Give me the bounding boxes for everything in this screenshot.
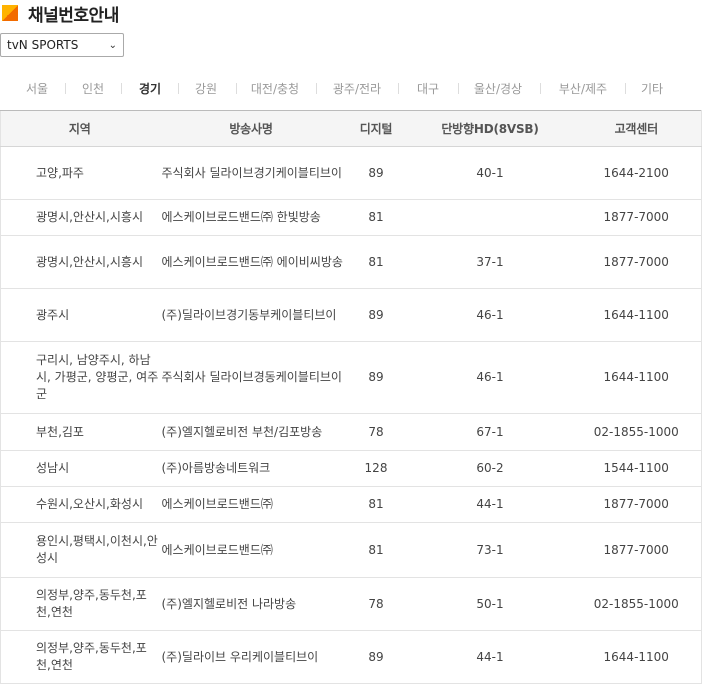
tab-9[interactable]: 기타 xyxy=(641,80,663,97)
cell-region: 의정부,양주,동두천,포천,연천 xyxy=(0,577,159,631)
title-square-icon xyxy=(2,5,18,21)
cell-hd: 60-2 xyxy=(408,450,572,487)
cell-phone: 1544-1100 xyxy=(571,450,702,487)
cell-digital: 89 xyxy=(343,341,409,414)
tab-divider xyxy=(121,82,122,94)
cell-provider: (주)아름방송네트워크 xyxy=(158,450,344,487)
cell-digital: 89 xyxy=(343,630,409,684)
cell-phone: 1644-1100 xyxy=(571,288,702,342)
cell-region: 용인시,평택시,이천시,안성시 xyxy=(0,522,159,578)
cell-region: 구리시, 남양주시, 하남시, 가평군, 양평군, 여주군 xyxy=(0,341,159,414)
tab-divider xyxy=(458,82,459,94)
cell-digital: 81 xyxy=(343,522,409,578)
tab-8[interactable]: 부산/제주 xyxy=(559,80,607,97)
cell-phone: 1644-1100 xyxy=(571,341,702,414)
channel-select[interactable]: tvN SPORTS ⌄ xyxy=(0,33,124,57)
cell-digital: 81 xyxy=(343,199,409,236)
cell-provider: 에스케이브로드밴드㈜ 에이비씨방송 xyxy=(158,235,344,289)
cell-provider: 주식회사 딜라이브경기케이블티브이 xyxy=(158,146,344,200)
cell-provider: (주)엘지헬로비전 나라방송 xyxy=(158,577,344,631)
tab-divider xyxy=(540,82,541,94)
tab-2[interactable]: 경기 xyxy=(139,80,161,97)
cell-digital: 78 xyxy=(343,577,409,631)
table-header-row: 지역 방송사명 디지털 단방향HD(8VSB) 고객센터 xyxy=(0,110,702,147)
tab-divider xyxy=(236,82,237,94)
cell-digital: 81 xyxy=(343,486,409,523)
tab-6[interactable]: 대구 xyxy=(417,80,439,97)
cell-provider: 에스케이브로드밴드㈜ xyxy=(158,486,344,523)
header-digital: 디지털 xyxy=(343,110,409,147)
table-row: 광명시,안산시,시흥시 에스케이브로드밴드㈜ 한빛방송 81 1877-7000 xyxy=(0,199,702,236)
cell-region: 광명시,안산시,시흥시 xyxy=(0,199,159,236)
cell-hd: 37-1 xyxy=(408,235,572,289)
cell-phone: 1877-7000 xyxy=(571,522,702,578)
header-provider: 방송사명 xyxy=(158,110,344,147)
cell-hd: 46-1 xyxy=(408,341,572,414)
tab-divider xyxy=(398,82,399,94)
table-row: 구리시, 남양주시, 하남시, 가평군, 양평군, 여주군 주식회사 딜라이브경동… xyxy=(0,341,702,414)
cell-hd: 44-1 xyxy=(408,630,572,684)
cell-phone: 1644-1100 xyxy=(571,630,702,684)
table-row: 용인시,평택시,이천시,안성시 에스케이브로드밴드㈜ 81 73-1 1877-7000 xyxy=(0,522,702,578)
tab-4[interactable]: 대전/충청 xyxy=(251,80,299,97)
cell-phone: 1877-7000 xyxy=(571,486,702,523)
cell-region: 의정부,양주,동두천,포천,연천 xyxy=(0,630,159,684)
cell-hd: 46-1 xyxy=(408,288,572,342)
table-row: 의정부,양주,동두천,포천,연천 (주)엘지헬로비전 나라방송 78 50-1 02-1… xyxy=(0,577,702,631)
header-phone: 고객센터 xyxy=(571,110,702,147)
header-hd: 단방향HD(8VSB) xyxy=(408,110,572,147)
cell-region: 고양,파주 xyxy=(0,146,159,200)
page-header: 채널번호안내 xyxy=(0,0,119,26)
cell-region: 부천,김포 xyxy=(0,413,159,451)
table-row: 고양,파주 주식회사 딜라이브경기케이블티브이 89 40-1 1644-2100 xyxy=(0,146,702,200)
cell-phone: 1644-2100 xyxy=(571,146,702,200)
cell-region: 광주시 xyxy=(0,288,159,342)
cell-digital: 128 xyxy=(343,450,409,487)
cell-hd xyxy=(408,199,572,236)
cell-phone: 1877-7000 xyxy=(571,235,702,289)
cell-region: 광명시,안산시,시흥시 xyxy=(0,235,159,289)
tab-1[interactable]: 인천 xyxy=(82,80,104,97)
cell-region: 성남시 xyxy=(0,450,159,487)
cell-phone: 02-1855-1000 xyxy=(571,413,702,451)
table-row: 성남시 (주)아름방송네트워크 128 60-2 1544-1100 xyxy=(0,450,702,487)
tab-divider xyxy=(178,82,179,94)
cell-digital: 89 xyxy=(343,288,409,342)
table-row: 광명시,안산시,시흥시 에스케이브로드밴드㈜ 에이비씨방송 81 37-1 1877-7… xyxy=(0,235,702,289)
cell-hd: 40-1 xyxy=(408,146,572,200)
cell-phone: 02-1855-1000 xyxy=(571,577,702,631)
header-region: 지역 xyxy=(0,110,159,147)
cell-hd: 67-1 xyxy=(408,413,572,451)
cell-hd: 50-1 xyxy=(408,577,572,631)
tab-5[interactable]: 광주/전라 xyxy=(333,80,381,97)
tab-divider xyxy=(65,82,66,94)
cell-digital: 78 xyxy=(343,413,409,451)
page-title: 채널번호안내 xyxy=(28,5,119,26)
cell-hd: 73-1 xyxy=(408,522,572,578)
cell-provider: 에스케이브로드밴드㈜ 한빛방송 xyxy=(158,199,344,236)
cell-hd: 44-1 xyxy=(408,486,572,523)
channel-select-value: tvN SPORTS xyxy=(7,38,79,52)
region-tabs: 서울 인천 경기 강원 대전/충청 광주/전라 대구 울산/경상 부산/제주 기타 xyxy=(0,78,705,98)
cell-digital: 81 xyxy=(343,235,409,289)
table-row: 광주시 (주)딜라이브경기동부케이블티브이 89 46-1 1644-1100 xyxy=(0,288,702,342)
table-row: 수원시,오산시,화성시 에스케이브로드밴드㈜ 81 44-1 1877-7000 xyxy=(0,486,702,523)
cell-phone: 1877-7000 xyxy=(571,199,702,236)
cell-provider: (주)엘지헬로비전 부천/김포방송 xyxy=(158,413,344,451)
cell-digital: 89 xyxy=(343,146,409,200)
cell-provider: 에스케이브로드밴드㈜ xyxy=(158,522,344,578)
tab-divider xyxy=(625,82,626,94)
table-row: 의정부,양주,동두천,포천,연천 (주)딜라이브 우리케이블티브이 89 44-1 16… xyxy=(0,630,702,684)
tab-3[interactable]: 강원 xyxy=(195,80,217,97)
cell-region: 수원시,오산시,화성시 xyxy=(0,486,159,523)
tab-divider xyxy=(316,82,317,94)
channel-table: 지역 방송사명 디지털 단방향HD(8VSB) 고객센터 고양,파주 주식회사 딜… xyxy=(0,110,702,684)
tab-7[interactable]: 울산/경상 xyxy=(474,80,522,97)
cell-provider: (주)딜라이브 우리케이블티브이 xyxy=(158,630,344,684)
tab-0[interactable]: 서울 xyxy=(26,80,48,97)
cell-provider: (주)딜라이브경기동부케이블티브이 xyxy=(158,288,344,342)
chevron-down-icon: ⌄ xyxy=(108,39,117,51)
cell-provider: 주식회사 딜라이브경동케이블티브이 xyxy=(158,341,344,414)
table-row: 부천,김포 (주)엘지헬로비전 부천/김포방송 78 67-1 02-1855-1000 xyxy=(0,413,702,451)
